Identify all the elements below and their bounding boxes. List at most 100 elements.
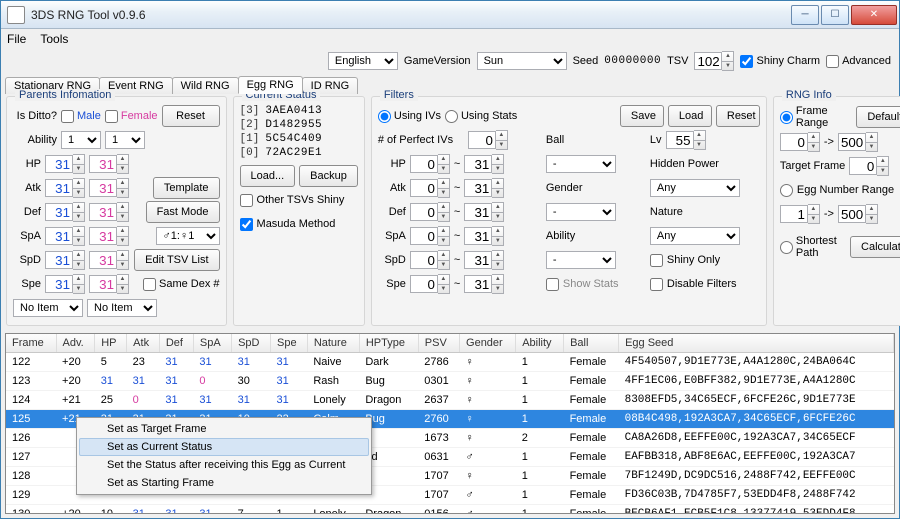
hidden-select[interactable]: Any xyxy=(650,179,740,197)
col-nature[interactable]: Nature xyxy=(307,334,359,353)
parent-a-spe[interactable]: ▲▼ xyxy=(45,274,85,294)
col-spd[interactable]: SpD xyxy=(232,334,271,353)
col-hp[interactable]: HP xyxy=(95,334,127,353)
reset-button[interactable]: Reset xyxy=(162,105,220,127)
parent-a-hp[interactable]: ▲▼ xyxy=(45,154,85,174)
parent-a-atk[interactable]: ▲▼ xyxy=(45,178,85,198)
parent-b-def[interactable]: ▲▼ xyxy=(89,202,129,222)
nature-select[interactable]: Any xyxy=(650,227,740,245)
filters-save[interactable]: Save xyxy=(620,105,664,127)
language-select[interactable]: English xyxy=(328,52,398,70)
ability-b[interactable]: 1 xyxy=(105,131,145,149)
load-button[interactable]: Load... xyxy=(240,165,296,187)
filter-def-lo[interactable]: ▲▼ xyxy=(410,202,450,222)
calculate-button[interactable]: Calculate xyxy=(850,236,900,258)
filter-spd-hi[interactable]: ▲▼ xyxy=(464,250,504,270)
ctx-item[interactable]: Set as Target Frame xyxy=(79,420,369,438)
parent-b-hp[interactable]: ▲▼ xyxy=(89,154,129,174)
edit_tsv-button[interactable]: Edit TSV List xyxy=(134,249,219,271)
col-atk[interactable]: Atk xyxy=(127,334,160,353)
parent-a-def[interactable]: ▲▼ xyxy=(45,202,85,222)
filter-def-hi[interactable]: ▲▼ xyxy=(464,202,504,222)
target-frame[interactable]: ▲▼ xyxy=(849,156,889,176)
shiny-charm-checkbox[interactable]: Shiny Charm xyxy=(740,55,820,68)
filter-hp-hi[interactable]: ▲▼ xyxy=(464,154,504,174)
filter-spa-lo[interactable]: ▲▼ xyxy=(410,226,450,246)
maximize-button[interactable]: ☐ xyxy=(821,5,849,25)
masuda[interactable]: Masuda Method xyxy=(240,213,358,235)
table-row[interactable]: 123+2031313103031RashBug0301♀1Female4FF1… xyxy=(6,372,894,391)
ctx-item[interactable]: Set as Starting Frame xyxy=(79,474,369,492)
filter-spa-hi[interactable]: ▲▼ xyxy=(464,226,504,246)
results-grid[interactable]: FrameAdv.HPAtkDefSpASpDSpeNatureHPTypePS… xyxy=(5,333,895,514)
col-psv[interactable]: PSV xyxy=(418,334,459,353)
table-row[interactable]: 124+2125031313131LonelyDragon2637♀1Femal… xyxy=(6,391,894,410)
egg-range-radio[interactable]: Egg Number Range xyxy=(780,179,900,201)
ball-select[interactable]: - xyxy=(546,155,616,173)
tab-egg-rng[interactable]: Egg RNG xyxy=(238,76,303,94)
show-stats[interactable]: Show Stats xyxy=(546,273,642,295)
menu-tools[interactable]: Tools xyxy=(40,32,68,46)
parent-a-spa[interactable]: ▲▼ xyxy=(45,226,85,246)
col-eggseed[interactable]: Egg Seed xyxy=(619,334,894,353)
col-spe[interactable]: Spe xyxy=(270,334,307,353)
perfect-iv[interactable]: ▲▼ xyxy=(468,130,508,150)
parent-a-spd[interactable]: ▲▼ xyxy=(45,250,85,270)
filter-spd-lo[interactable]: ▲▼ xyxy=(410,250,450,270)
ratio-select[interactable]: ♂1:♀1 xyxy=(156,227,220,245)
frame-range-radio[interactable]: Frame Range xyxy=(780,105,852,129)
lv-input[interactable]: ▲▼ xyxy=(666,130,706,150)
close-button[interactable]: ✕ xyxy=(851,5,897,25)
col-def[interactable]: Def xyxy=(159,334,193,353)
table-row[interactable]: 130+201031313171LonelyDragon0156♂1Female… xyxy=(6,505,894,515)
table-row[interactable]: 122+2052331313131NaiveDark2786♀1Female4F… xyxy=(6,353,894,372)
same-dex[interactable]: Same Dex # xyxy=(143,278,220,291)
ctx-item[interactable]: Set as Current Status xyxy=(79,438,369,456)
er-b[interactable]: ▲▼ xyxy=(838,204,878,224)
fast-button[interactable]: Fast Mode xyxy=(146,201,220,223)
col-ball[interactable]: Ball xyxy=(564,334,619,353)
parent-b-spe[interactable]: ▲▼ xyxy=(89,274,129,294)
parent-b-atk[interactable]: ▲▼ xyxy=(89,178,129,198)
minimize-button[interactable]: ─ xyxy=(791,5,819,25)
shiny-only[interactable]: Shiny Only xyxy=(650,249,760,271)
disable-filters[interactable]: Disable Filters xyxy=(650,273,760,295)
item-b[interactable]: No Item xyxy=(87,299,157,317)
ditto-male[interactable]: Male xyxy=(61,110,101,123)
item-a[interactable]: No Item xyxy=(13,299,83,317)
filter-spe-lo[interactable]: ▲▼ xyxy=(410,274,450,294)
filter-atk-lo[interactable]: ▲▼ xyxy=(410,178,450,198)
shortest-path[interactable]: Shortest Path xyxy=(780,235,846,259)
parent-b-spa[interactable]: ▲▼ xyxy=(89,226,129,246)
col-hptype[interactable]: HPType xyxy=(359,334,418,353)
col-adv[interactable]: Adv. xyxy=(56,334,95,353)
col-frame[interactable]: Frame xyxy=(6,334,56,353)
tab-wild-rng[interactable]: Wild RNG xyxy=(172,77,239,94)
filter-atk-hi[interactable]: ▲▼ xyxy=(464,178,504,198)
filters-reset[interactable]: Reset xyxy=(716,105,760,127)
backup-button[interactable]: Backup xyxy=(299,165,358,187)
filter-hp-lo[interactable]: ▲▼ xyxy=(410,154,450,174)
col-spa[interactable]: SpA xyxy=(193,334,231,353)
col-gender[interactable]: Gender xyxy=(460,334,516,353)
parent-b-spd[interactable]: ▲▼ xyxy=(89,250,129,270)
fr-a[interactable]: ▲▼ xyxy=(780,132,820,152)
template-button[interactable]: Template xyxy=(153,177,220,199)
ditto-female[interactable]: Female xyxy=(105,110,158,123)
menu-file[interactable]: File xyxy=(7,32,26,46)
ability-select[interactable]: - xyxy=(546,251,616,269)
ability-a[interactable]: 1 xyxy=(61,131,101,149)
er-a[interactable]: ▲▼ xyxy=(780,204,820,224)
ctx-item[interactable]: Set the Status after receiving this Egg … xyxy=(79,456,369,474)
filters-load[interactable]: Load xyxy=(668,105,712,127)
advanced-checkbox[interactable]: Advanced xyxy=(826,55,891,68)
using-stats[interactable]: Using Stats xyxy=(445,110,517,123)
using-ivs[interactable]: Using IVs xyxy=(378,110,441,123)
default-button[interactable]: Default xyxy=(856,106,900,128)
col-ability[interactable]: Ability xyxy=(516,334,564,353)
fr-b[interactable]: ▲▼ xyxy=(838,132,878,152)
gameversion-select[interactable]: Sun xyxy=(477,52,567,70)
other-tsv[interactable]: Other TSVs Shiny xyxy=(240,189,358,211)
tsv-input[interactable]: ▲▼ xyxy=(694,51,734,71)
gender-select[interactable]: - xyxy=(546,203,616,221)
